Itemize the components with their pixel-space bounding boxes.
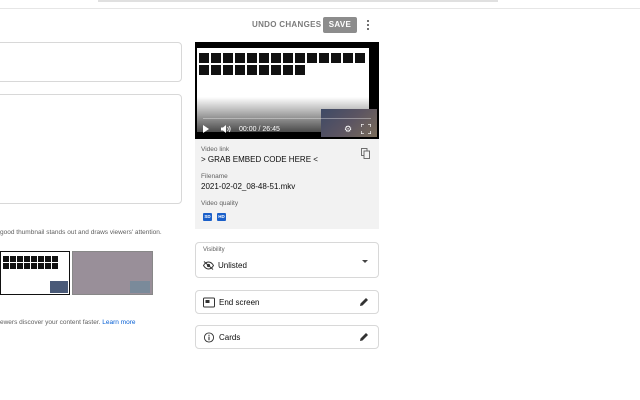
visibility-value: Unlisted — [218, 261, 247, 270]
end-screen-icon — [203, 297, 215, 308]
progress-bar[interactable] — [203, 117, 371, 119]
volume-icon[interactable] — [221, 125, 231, 133]
filename-value: 2021-02-02_08-48-51.mkv — [201, 182, 296, 191]
end-screen-row[interactable]: End screen — [195, 290, 379, 314]
quality-badge-sd: SD — [203, 213, 212, 221]
header-divider — [0, 8, 640, 9]
fullscreen-icon[interactable] — [361, 124, 371, 134]
pencil-icon[interactable] — [359, 297, 369, 307]
end-screen-label: End screen — [219, 298, 260, 307]
learn-more-link[interactable]: Learn more — [102, 319, 135, 326]
thumbnail-hint: good thumbnail stands out and draws view… — [0, 229, 162, 236]
time-display: 00:00 / 26:45 — [239, 125, 280, 133]
visibility-label: Visibility — [203, 247, 225, 253]
quality-badge-hd: HD — [217, 213, 226, 221]
thumbnail-webcam — [130, 281, 150, 293]
thumbnail-webcam — [50, 281, 68, 293]
title-field[interactable] — [0, 42, 182, 82]
info-icon — [203, 332, 215, 343]
tags-hint-text: ewers discover your content faster. — [0, 319, 101, 326]
visibility-dropdown[interactable]: Visibility Unlisted — [195, 242, 379, 278]
thumbnail-blocks — [3, 256, 58, 262]
cards-label: Cards — [219, 333, 241, 342]
video-player[interactable]: 00:00 / 26:45 ⚙ — [195, 42, 379, 139]
video-link-label: Video link — [201, 146, 230, 153]
player-controls: 00:00 / 26:45 ⚙ — [203, 122, 371, 136]
chevron-down-icon — [362, 260, 368, 263]
tags-hint: ewers discover your content faster. Lear… — [0, 319, 136, 326]
video-details-panel: Video link > GRAB EMBED CODE HERE < File… — [195, 139, 379, 229]
filename-label: Filename — [201, 173, 228, 180]
gear-icon[interactable]: ⚙ — [343, 124, 353, 134]
more-vert-icon[interactable] — [362, 17, 374, 33]
thumbnail-blocks — [3, 263, 58, 269]
thumbnail-option-1[interactable] — [0, 251, 70, 295]
play-icon[interactable] — [203, 125, 209, 133]
video-link-value[interactable]: > GRAB EMBED CODE HERE < — [201, 155, 318, 164]
save-button[interactable]: SAVE — [323, 17, 357, 33]
top-tab-strip — [98, 0, 498, 2]
video-frame-blocks — [199, 53, 369, 75]
thumbnail-option-2[interactable] — [72, 251, 153, 295]
copy-icon[interactable] — [361, 148, 370, 159]
video-quality-label: Video quality — [201, 200, 239, 207]
cards-row[interactable]: Cards — [195, 325, 379, 349]
pencil-icon[interactable] — [359, 332, 369, 342]
undo-changes-button[interactable]: UNDO CHANGES — [252, 17, 321, 33]
description-field[interactable] — [0, 94, 182, 204]
eye-off-icon — [203, 261, 214, 270]
